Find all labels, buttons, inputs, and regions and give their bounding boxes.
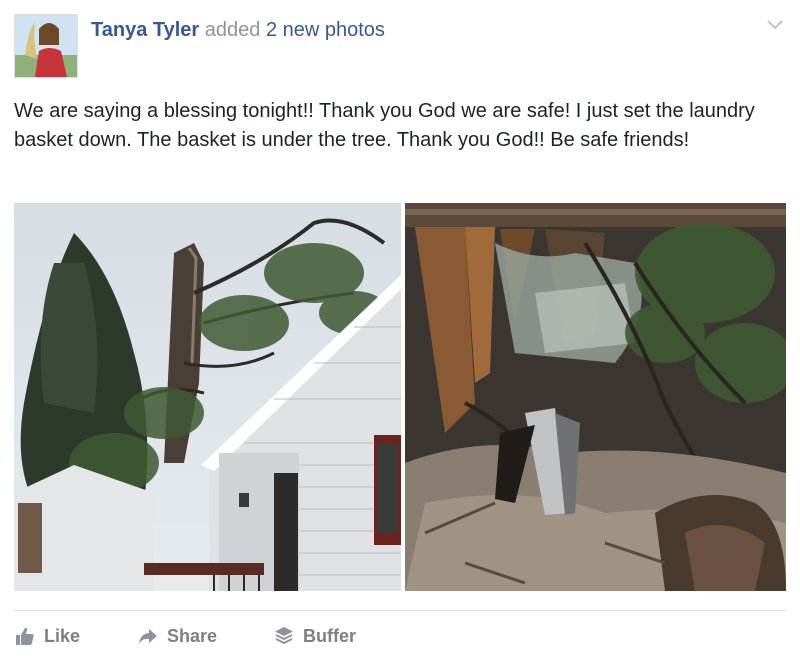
post-message: We are saying a blessing tonight!! Thank… (14, 100, 755, 151)
chevron-down-icon[interactable] (766, 18, 784, 32)
buffer-button[interactable]: Buffer (273, 622, 356, 650)
like-label: Like (44, 625, 81, 646)
buffer-label: Buffer (303, 625, 356, 646)
share-label: Share (167, 625, 218, 646)
actions-divider (14, 610, 786, 611)
like-button[interactable]: Like (14, 622, 80, 650)
feed-post: Tanya Tyler added 2 new photos We are sa… (0, 0, 800, 665)
post-header: Tanya Tyler added 2 new photos (91, 19, 385, 42)
author-avatar[interactable] (14, 14, 78, 78)
buffer-stack-icon (273, 625, 295, 647)
thumbs-up-icon (14, 625, 36, 647)
action-text: added (204, 19, 261, 41)
author-name[interactable]: Tanya Tyler (91, 19, 199, 41)
photo-damaged-interior[interactable] (405, 203, 786, 591)
avatar-image (15, 15, 77, 77)
share-button[interactable]: Share (137, 622, 217, 650)
photos-link[interactable]: 2 new photos (266, 19, 385, 41)
photo-tree-on-house[interactable] (14, 203, 401, 591)
share-arrow-icon (137, 625, 159, 647)
